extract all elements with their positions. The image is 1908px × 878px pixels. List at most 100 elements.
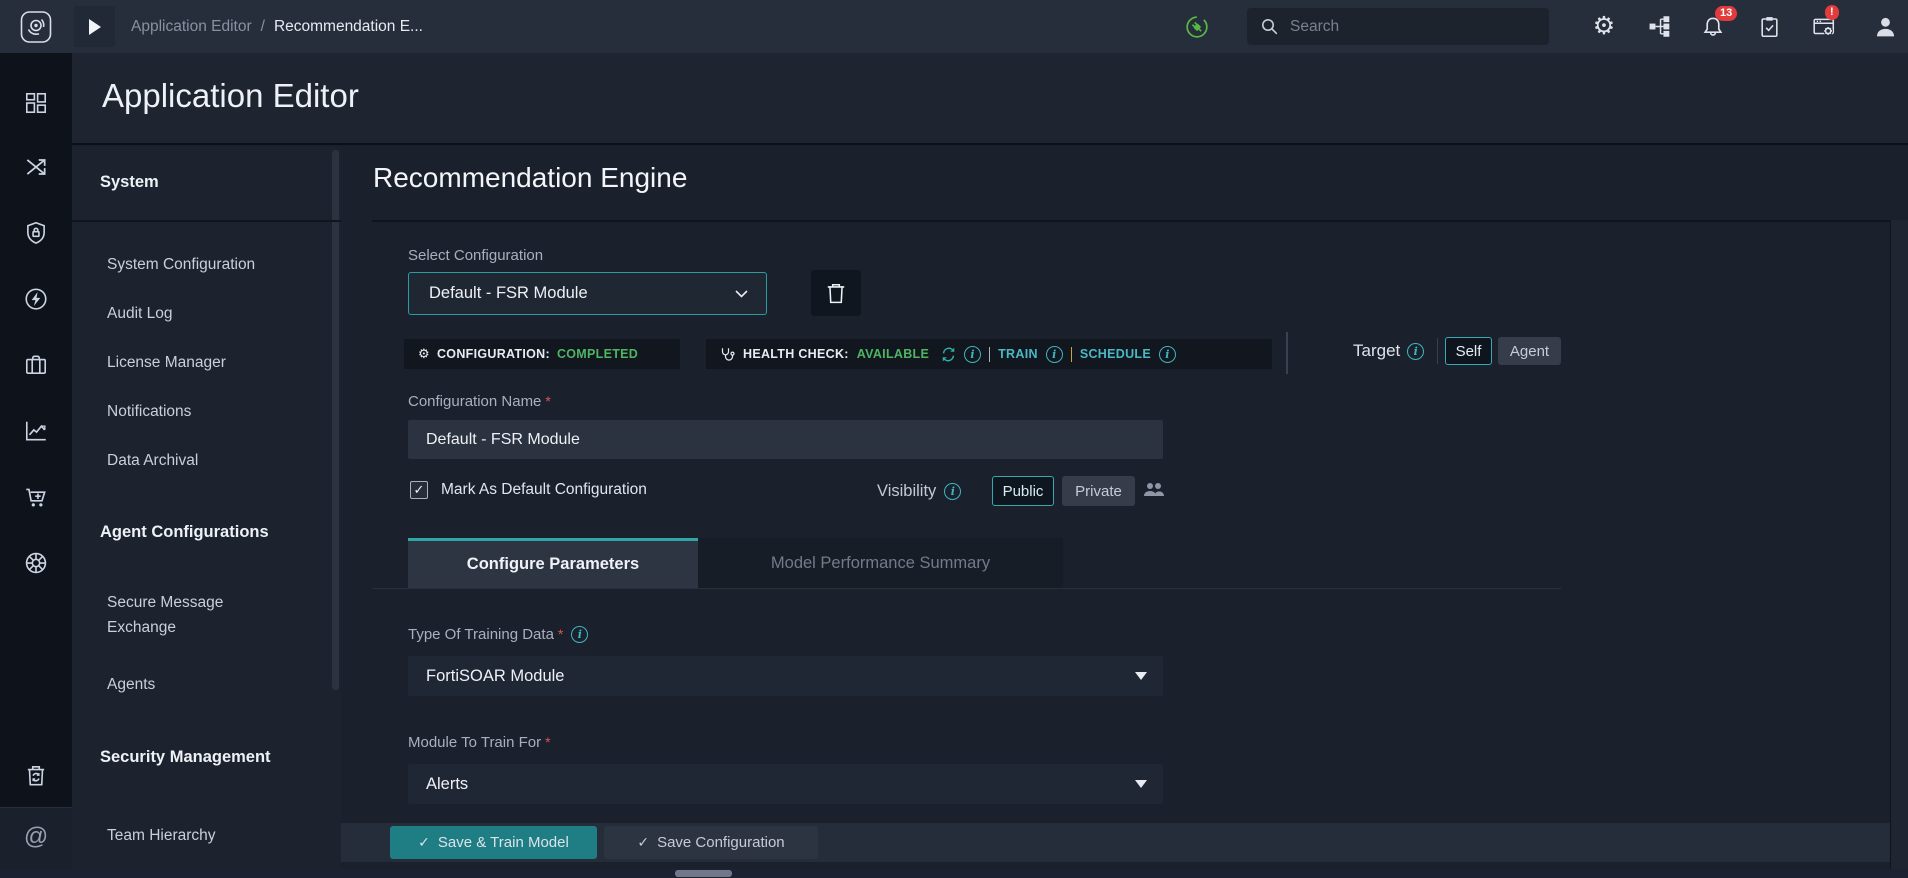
- nav-item-notifications[interactable]: Notifications: [107, 399, 307, 424]
- mentions-at-icon[interactable]: @: [23, 824, 49, 850]
- train-link[interactable]: TRAIN: [998, 347, 1038, 361]
- divider: [372, 588, 1561, 589]
- training-data-label-text: Type Of Training Data: [408, 626, 563, 643]
- module-label: Module To Train For: [408, 734, 551, 751]
- shuffle-playbooks-icon[interactable]: [23, 154, 49, 180]
- reports-chart-icon[interactable]: [23, 418, 49, 444]
- configuration-name-input[interactable]: [408, 420, 1163, 459]
- shield-lock-icon[interactable]: [23, 220, 49, 246]
- nav-item-team-hierarchy[interactable]: Team Hierarchy: [107, 823, 307, 848]
- health-check-badge: HEALTH CHECK: AVAILABLE i TRAIN i SCHEDU…: [706, 339, 1272, 369]
- help-wheel-icon[interactable]: [23, 550, 49, 576]
- breadcrumb-current[interactable]: Recommendation E...: [274, 18, 423, 36]
- nav-item-license-manager[interactable]: License Manager: [107, 350, 307, 375]
- divider: [1286, 332, 1288, 374]
- separator: [989, 347, 990, 362]
- notification-count-badge: 13: [1715, 6, 1737, 21]
- breadcrumb-separator: /: [261, 18, 265, 36]
- visibility-private-button[interactable]: Private: [1062, 476, 1135, 506]
- configuration-status-label: CONFIGURATION:: [437, 347, 550, 361]
- health-check-value: AVAILABLE: [857, 347, 929, 361]
- page-header: Application Editor: [72, 53, 1908, 145]
- section-title: Recommendation Engine: [373, 162, 687, 194]
- recycle-bin-icon[interactable]: [23, 763, 49, 789]
- training-data-value: FortiSOAR Module: [426, 667, 564, 686]
- configuration-status-badge: ⚙ CONFIGURATION: COMPLETED: [404, 339, 680, 369]
- divider: [1437, 338, 1438, 364]
- nav-scrollbar[interactable]: [332, 150, 339, 690]
- tab-configure-parameters[interactable]: Configure Parameters: [408, 538, 698, 588]
- nav-item-system-configuration[interactable]: System Configuration: [107, 252, 307, 277]
- search-input[interactable]: [1290, 18, 1520, 36]
- main-content: Recommendation Engine Select Configurati…: [341, 147, 1890, 823]
- training-data-dropdown[interactable]: FortiSOAR Module: [408, 656, 1163, 696]
- notifications-bell-icon[interactable]: 13: [1696, 0, 1730, 53]
- icon-rail: @: [0, 53, 72, 869]
- user-avatar-icon[interactable]: [1868, 0, 1902, 53]
- content-scrollbar-track[interactable]: [1890, 220, 1908, 869]
- dashboard-icon[interactable]: [23, 90, 49, 116]
- gear-icon: ⚙: [418, 346, 430, 362]
- visibility-info-icon[interactable]: i: [944, 483, 961, 500]
- settings-nav: System System Configuration Audit Log Li…: [72, 147, 341, 878]
- select-configuration-dropdown[interactable]: Default - FSR Module: [408, 272, 767, 315]
- schedule-info-icon[interactable]: i: [1159, 346, 1176, 363]
- visibility-label-text: Visibility: [877, 482, 936, 501]
- content-hub-cart-icon[interactable]: [23, 484, 49, 510]
- separator-yellow: [1071, 347, 1072, 362]
- sitemap-icon[interactable]: [1642, 0, 1676, 53]
- training-data-info-icon[interactable]: i: [571, 626, 588, 643]
- nav-item-data-archival[interactable]: Data Archival: [107, 448, 307, 473]
- save-configuration-button[interactable]: Save Configuration: [604, 826, 818, 859]
- mark-default-checkbox[interactable]: [410, 481, 428, 499]
- target-self-button[interactable]: Self: [1445, 337, 1492, 365]
- delete-configuration-button[interactable]: [811, 270, 861, 316]
- fortisoar-logo-icon[interactable]: [20, 10, 52, 44]
- tab-model-performance-summary[interactable]: Model Performance Summary: [698, 538, 1063, 588]
- expand-nav-button[interactable]: [74, 6, 115, 47]
- footer-action-bar: Save & Train Model Save Configuration: [341, 823, 1890, 862]
- briefcase-icon[interactable]: [23, 352, 49, 378]
- caret-down-icon: [1135, 780, 1147, 788]
- nav-section-agent-configurations[interactable]: Agent Configurations: [100, 523, 269, 542]
- save-and-train-label: Save & Train Model: [438, 834, 569, 851]
- target-agent-button[interactable]: Agent: [1498, 337, 1561, 365]
- visibility-public-button[interactable]: Public: [992, 476, 1054, 506]
- target-label: Target i: [1353, 341, 1424, 361]
- nav-item-secure-message-exchange[interactable]: Secure Message Exchange: [107, 590, 267, 640]
- health-check-info-icon[interactable]: i: [964, 346, 981, 363]
- nav-item-agents[interactable]: Agents: [107, 672, 307, 697]
- trash-icon: [826, 282, 846, 304]
- automation-bolt-icon[interactable]: [23, 286, 49, 312]
- horizontal-scrollbar[interactable]: [0, 869, 1908, 878]
- nav-item-audit-log[interactable]: Audit Log: [107, 301, 307, 326]
- app-manager-icon[interactable]: !: [1807, 0, 1841, 53]
- configuration-status-value: COMPLETED: [557, 347, 638, 361]
- nav-section-security-management[interactable]: Security Management: [100, 748, 271, 767]
- team-ownership-icon[interactable]: [1143, 480, 1165, 500]
- nav-section-system[interactable]: System: [100, 173, 159, 192]
- save-configuration-label: Save Configuration: [657, 834, 785, 851]
- connection-status-icon[interactable]: [1180, 0, 1214, 53]
- check-icon: [637, 834, 649, 851]
- refresh-icon[interactable]: [941, 347, 956, 362]
- module-dropdown[interactable]: Alerts: [408, 764, 1163, 804]
- settings-gear-icon[interactable]: ⚙: [1587, 0, 1621, 53]
- page-title: Application Editor: [102, 77, 359, 115]
- breadcrumb-parent[interactable]: Application Editor: [131, 18, 252, 36]
- mark-default-label: Mark As Default Configuration: [441, 481, 647, 499]
- play-icon: [89, 19, 101, 35]
- horizontal-scrollbar-thumb[interactable]: [675, 870, 732, 877]
- select-configuration-label: Select Configuration: [408, 247, 543, 264]
- health-check-label: HEALTH CHECK:: [743, 347, 849, 361]
- target-info-icon[interactable]: i: [1407, 343, 1424, 360]
- module-value: Alerts: [426, 775, 468, 794]
- training-data-label: Type Of Training Data i: [408, 626, 588, 643]
- check-icon: [418, 834, 430, 851]
- train-info-icon[interactable]: i: [1046, 346, 1063, 363]
- schedule-link[interactable]: SCHEDULE: [1080, 347, 1151, 361]
- global-search[interactable]: [1247, 8, 1549, 45]
- stethoscope-icon: [720, 347, 735, 362]
- save-and-train-button[interactable]: Save & Train Model: [390, 826, 597, 859]
- tasks-clipboard-icon[interactable]: [1752, 0, 1786, 53]
